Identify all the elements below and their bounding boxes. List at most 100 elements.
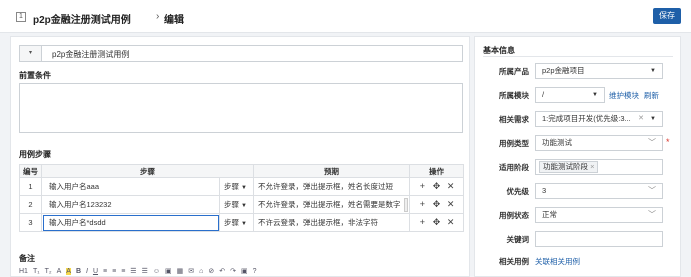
step-type-dropdown[interactable]: 步骤 ▼: [219, 177, 254, 196]
page-subtitle: 编辑: [164, 15, 184, 26]
step-input[interactable]: 输入用户名aaa: [41, 177, 220, 196]
clear-icon[interactable]: ✕: [638, 112, 644, 126]
remove-tag-icon[interactable]: ×: [590, 162, 594, 171]
chevron-down-icon[interactable]: ▼: [241, 221, 247, 227]
table-icon[interactable]: ▦: [177, 268, 184, 275]
italic-icon[interactable]: I: [86, 268, 88, 275]
help-icon[interactable]: ?: [253, 268, 257, 275]
expect-input[interactable]: 不允许登录，弹出提示框，姓名长度过短: [253, 177, 410, 196]
textarea-scrollbar[interactable]: [404, 198, 408, 212]
save-button[interactable]: 保存: [653, 8, 681, 24]
step-input[interactable]: 输入用户名123232: [41, 195, 220, 214]
case-title-value[interactable]: p2p金融注册测试用例: [52, 49, 129, 60]
case-type-select[interactable]: 功能测试 ﹀: [535, 135, 663, 151]
module-value[interactable]: /: [542, 90, 544, 99]
case-type-value[interactable]: 功能测试: [542, 138, 572, 147]
step-type-label[interactable]: 步骤: [224, 218, 239, 227]
notes-label: 备注: [19, 254, 35, 263]
list-ordered-icon[interactable]: ☰: [130, 268, 136, 275]
steps-label: 用例步骤: [19, 150, 51, 159]
priority-label: 优先级: [506, 187, 530, 196]
step-type-dropdown[interactable]: 步骤 ▼: [219, 213, 254, 232]
step-number: 2: [19, 195, 42, 214]
list-unordered-icon[interactable]: ☰: [142, 268, 148, 275]
col-num: 编号: [19, 164, 42, 178]
col-ops: 操作: [409, 164, 464, 178]
fullscreen-icon[interactable]: ▣: [241, 268, 248, 275]
link-icon[interactable]: ⌂: [199, 268, 203, 275]
undo-icon[interactable]: ↶: [219, 268, 225, 275]
unlink-icon[interactable]: ⊘: [208, 268, 214, 275]
link-related-case-link[interactable]: 关联相关用例: [535, 256, 580, 267]
title-color-toggle[interactable]: ▾: [20, 46, 42, 61]
align-right-icon[interactable]: ≡: [121, 268, 125, 275]
expect-input[interactable]: 不许云登录，弹出提示框，非法字符: [253, 213, 410, 232]
related-case-label: 相关用例: [499, 257, 529, 266]
priority-select[interactable]: 3 ﹀: [535, 183, 663, 199]
delete-step-icon[interactable]: ✕: [445, 217, 457, 228]
step-type-label[interactable]: 步骤: [224, 182, 239, 191]
status-select[interactable]: 正常 ﹀: [535, 207, 663, 223]
refresh-link[interactable]: 刷新: [644, 91, 659, 100]
expect-text[interactable]: 不允许登录，弹出提示框，姓名长度过短: [258, 182, 393, 191]
font-size-down-icon[interactable]: T₂: [45, 268, 52, 275]
step-input[interactable]: 输入用户名*dsdd: [41, 213, 220, 232]
emoji-icon[interactable]: ☺: [153, 268, 160, 275]
product-select[interactable]: p2p金融项目 ▼: [535, 63, 663, 79]
divider: [483, 56, 673, 57]
stage-select[interactable]: 功能测试阶段 ×: [535, 159, 663, 175]
requirement-select[interactable]: 1:完成项目开发(优先级:3... ✕ ▼: [535, 111, 663, 127]
requirement-value[interactable]: 1:完成项目开发(优先级:3...: [542, 114, 631, 123]
expect-text[interactable]: 不许云登录，弹出提示框，非法字符: [258, 218, 378, 227]
chevron-down-icon[interactable]: ▼: [650, 112, 656, 126]
step-type-dropdown[interactable]: 步骤 ▼: [219, 195, 254, 214]
align-left-icon[interactable]: ≡: [103, 268, 107, 275]
delete-step-icon[interactable]: ✕: [445, 181, 457, 192]
priority-value[interactable]: 3: [542, 186, 546, 195]
chevron-down-icon[interactable]: ▼: [241, 203, 247, 209]
highlight-icon[interactable]: A: [66, 268, 71, 275]
move-step-icon[interactable]: ✥: [431, 199, 443, 210]
maintain-module-link[interactable]: 维护模块: [609, 91, 639, 100]
step-type-label[interactable]: 步骤: [224, 200, 239, 209]
bold-icon[interactable]: B: [76, 268, 81, 275]
mail-icon[interactable]: ✉: [188, 268, 194, 275]
chevron-down-icon[interactable]: ▼: [592, 88, 598, 102]
stage-tag[interactable]: 功能测试阶段 ×: [539, 161, 599, 173]
chevron-down-icon[interactable]: ▼: [650, 64, 656, 78]
chevron-down-icon[interactable]: ﹀: [648, 184, 656, 198]
chevron-down-icon[interactable]: ▼: [241, 185, 247, 191]
precondition-textarea[interactable]: [19, 83, 463, 133]
move-step-icon[interactable]: ✥: [431, 181, 443, 192]
delete-step-icon[interactable]: ✕: [445, 199, 457, 210]
keywords-input[interactable]: [535, 231, 663, 247]
font-size-icon[interactable]: T₁: [33, 268, 40, 275]
add-step-icon[interactable]: +: [416, 217, 428, 227]
expect-text[interactable]: 不允许登录，弹出提示框，姓名需要是数字: [258, 200, 401, 209]
status-value[interactable]: 正常: [542, 210, 557, 219]
table-row: 3 输入用户名*dsdd 步骤 ▼ 不许云登录，弹出提示框，非法字符 + ✥ ✕: [19, 213, 464, 232]
product-value[interactable]: p2p金融项目: [542, 66, 585, 75]
chevron-down-icon[interactable]: ﹀: [648, 208, 656, 222]
add-step-icon[interactable]: +: [416, 181, 428, 191]
underline-icon[interactable]: U: [93, 268, 98, 275]
add-step-icon[interactable]: +: [416, 199, 428, 209]
step-text[interactable]: 输入用户名*dsdd: [43, 218, 106, 227]
chevron-down-icon[interactable]: ﹀: [648, 136, 656, 150]
expect-input[interactable]: 不允许登录，弹出提示框，姓名需要是数字: [253, 195, 410, 214]
move-step-icon[interactable]: ✥: [431, 217, 443, 228]
step-number: 1: [19, 177, 42, 196]
field-related-case: 相关用例 关联相关用例: [475, 253, 682, 269]
font-color-icon[interactable]: A: [57, 268, 62, 275]
align-center-icon[interactable]: ≡: [112, 268, 116, 275]
breadcrumb-separator: ›: [156, 11, 160, 22]
case-title-field[interactable]: ▾ p2p金融注册测试用例: [19, 45, 463, 62]
redo-icon[interactable]: ↷: [230, 268, 236, 275]
module-select[interactable]: / ▼: [535, 87, 605, 103]
module-links: 维护模块 刷新: [609, 90, 664, 101]
image-icon[interactable]: ▣: [165, 268, 172, 275]
step-text[interactable]: 输入用户名aaa: [43, 182, 99, 191]
heading-icon[interactable]: H1: [19, 268, 28, 275]
table-row: 2 输入用户名123232 步骤 ▼ 不允许登录，弹出提示框，姓名需要是数字 + …: [19, 195, 464, 214]
step-text[interactable]: 输入用户名123232: [43, 200, 112, 209]
